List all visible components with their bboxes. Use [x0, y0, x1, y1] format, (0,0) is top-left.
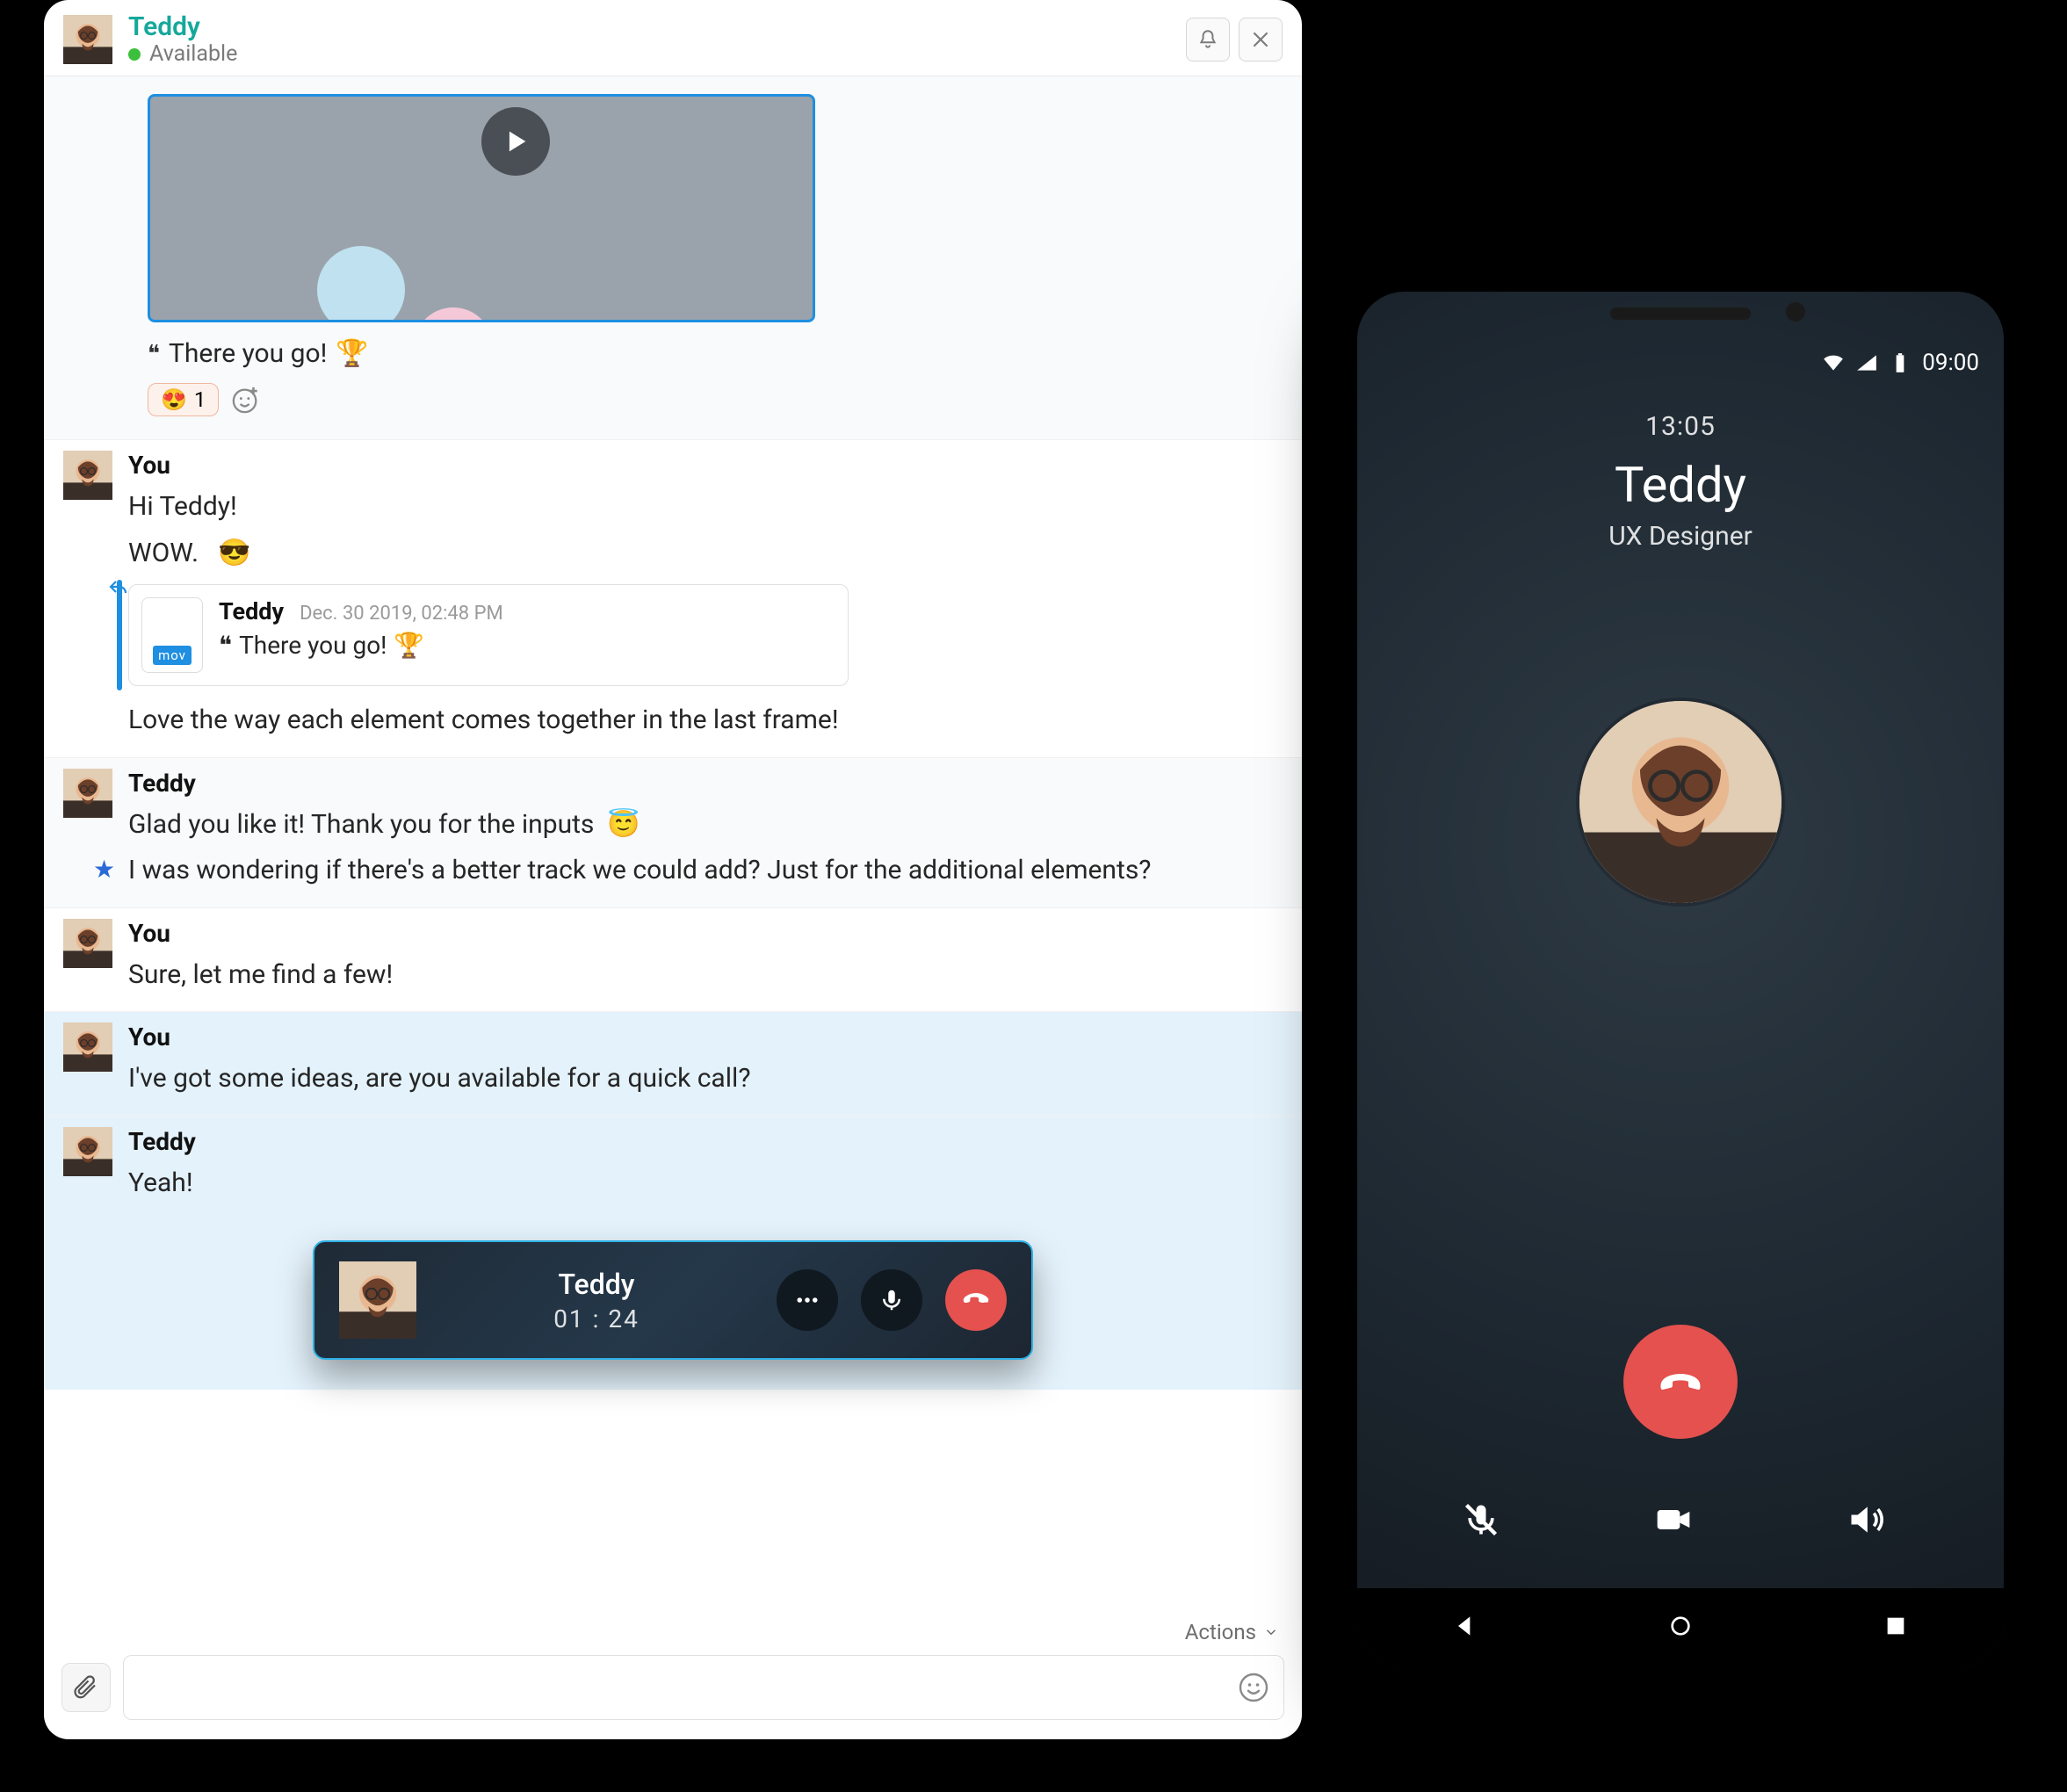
- message-item: You Sure, let me find a few!: [44, 908, 1302, 1013]
- call-time: 13:05: [1357, 411, 2004, 442]
- status-text: Available: [149, 41, 237, 67]
- sunglasses-icon: 😎: [218, 538, 250, 568]
- video-caption: ❝ There you go! 🏆: [148, 338, 815, 369]
- message-input[interactable]: [141, 1673, 1231, 1702]
- video-button[interactable]: [1654, 1500, 1707, 1553]
- recents-button[interactable]: [1882, 1612, 1910, 1644]
- message-item: ❝ There you go! 🏆 😍 1: [44, 76, 1302, 440]
- quote-text: ❝ There you go! 🏆: [219, 631, 503, 660]
- chevron-down-icon: [1263, 1624, 1279, 1640]
- chat-window: Teddy Available ❝ There you go! 🏆: [44, 0, 1302, 1739]
- quoted-message[interactable]: mov Teddy Dec. 30 2019, 02:48 PM ❝ There…: [128, 584, 849, 686]
- call-hangup-button[interactable]: [945, 1269, 1007, 1331]
- speaker-button[interactable]: [1847, 1500, 1899, 1553]
- reply-arrow-icon: [108, 578, 129, 599]
- call-more-button[interactable]: [777, 1269, 838, 1331]
- status-line: Available: [128, 41, 1186, 67]
- reaction-chip[interactable]: 😍 1: [148, 383, 219, 416]
- quote-icon: ❝: [148, 341, 160, 367]
- sender-label: You: [128, 451, 1283, 480]
- status-dot-icon: [128, 48, 141, 61]
- header-title-block: Teddy Available: [128, 12, 1186, 67]
- battery-icon: [1889, 351, 1912, 374]
- mute-button[interactable]: [1462, 1500, 1514, 1553]
- status-time: 09:00: [1922, 350, 1979, 376]
- message-item: You Hi Teddy! WOW. 😎 mov Teddy Dec. 30 2…: [44, 440, 1302, 758]
- home-button[interactable]: [1666, 1612, 1695, 1644]
- contact-avatar[interactable]: [63, 15, 112, 64]
- reactions-row: 😍 1: [148, 383, 815, 416]
- caller-role: UX Designer: [1357, 521, 2004, 552]
- message-item: Teddy Glad you like it! Thank you for th…: [44, 758, 1302, 908]
- call-controls: [1357, 1500, 2004, 1588]
- message-text: Hi Teddy!: [128, 487, 1283, 528]
- quote-sender: Teddy: [219, 597, 284, 625]
- actions-label: Actions: [1185, 1620, 1256, 1644]
- sender-avatar[interactable]: [63, 1022, 112, 1072]
- star-icon[interactable]: ★: [93, 850, 115, 888]
- call-header: 13:05 Teddy UX Designer: [1357, 411, 2004, 552]
- halo-icon: 😇: [607, 809, 640, 840]
- actions-dropdown[interactable]: Actions: [44, 1615, 1302, 1646]
- call-name: Teddy: [439, 1268, 754, 1301]
- message-list[interactable]: ❝ There you go! 🏆 😍 1 You: [44, 76, 1302, 1615]
- android-navbar: [1357, 1588, 2004, 1667]
- call-info: Teddy 01 : 24: [439, 1268, 754, 1333]
- trophy-icon: 🏆: [394, 631, 424, 660]
- quote-timestamp: Dec. 30 2019, 02:48 PM: [300, 603, 503, 625]
- message-text: Love the way each element comes together…: [128, 700, 1283, 741]
- emoji-picker-button[interactable]: [1238, 1672, 1269, 1703]
- call-avatar: [339, 1261, 416, 1339]
- message-item: You I've got some ideas, are you availab…: [44, 1012, 1302, 1116]
- contact-name[interactable]: Teddy: [128, 12, 1186, 41]
- status-bar: 09:00: [1357, 336, 2004, 376]
- sender-avatar[interactable]: [63, 769, 112, 818]
- sender-label: Teddy: [128, 1127, 1283, 1156]
- back-button[interactable]: [1451, 1612, 1479, 1644]
- signal-icon: [1855, 351, 1878, 374]
- message-text: I've got some ideas, are you available f…: [128, 1059, 1283, 1100]
- video-attachment-block: ❝ There you go! 🏆 😍 1: [148, 94, 815, 429]
- file-icon: mov: [141, 597, 203, 673]
- message-text: WOW. 😎: [128, 533, 1283, 574]
- call-duration: 01 : 24: [439, 1304, 754, 1333]
- sender-avatar[interactable]: [63, 1127, 112, 1176]
- composer: [44, 1646, 1302, 1739]
- message-text: ★ I was wondering if there's a better tr…: [128, 850, 1283, 892]
- play-icon[interactable]: [481, 107, 550, 176]
- message-text: Yeah!: [128, 1163, 1283, 1204]
- video-thumbnail[interactable]: [148, 94, 815, 322]
- phone-screen: 09:00 13:05 Teddy UX Designer: [1357, 292, 2004, 1667]
- notifications-button[interactable]: [1186, 18, 1230, 61]
- attach-button[interactable]: [61, 1663, 111, 1712]
- sender-avatar[interactable]: [63, 919, 112, 968]
- sender-label: You: [128, 919, 1283, 948]
- trophy-icon: 🏆: [336, 338, 368, 369]
- add-reaction-button[interactable]: [231, 385, 261, 415]
- quote-icon: ❝: [219, 631, 232, 660]
- close-button[interactable]: [1239, 18, 1283, 61]
- call-mute-button[interactable]: [861, 1269, 922, 1331]
- sender-label: Teddy: [128, 769, 1283, 798]
- message-item: Teddy Yeah! Teddy 01 : 24: [44, 1116, 1302, 1391]
- active-call-widget[interactable]: Teddy 01 : 24: [313, 1240, 1033, 1360]
- message-input-wrapper: [123, 1655, 1284, 1720]
- sender-label: You: [128, 1022, 1283, 1051]
- reaction-emoji-icon: 😍: [161, 387, 187, 412]
- caller-avatar: [1579, 701, 1782, 903]
- file-ext: mov: [153, 646, 192, 665]
- message-text: Sure, let me find a few!: [128, 955, 1283, 996]
- phone-device: 09:00 13:05 Teddy UX Designer: [1338, 272, 2023, 1687]
- reaction-count: 1: [194, 387, 206, 412]
- sender-avatar[interactable]: [63, 451, 112, 500]
- message-text: Glad you like it! Thank you for the inpu…: [128, 805, 1283, 846]
- chat-header: Teddy Available: [44, 0, 1302, 76]
- caption-text: There you go!: [169, 338, 327, 369]
- caller-name: Teddy: [1357, 456, 2004, 514]
- hangup-button[interactable]: [1623, 1325, 1738, 1439]
- wifi-icon: [1822, 351, 1845, 374]
